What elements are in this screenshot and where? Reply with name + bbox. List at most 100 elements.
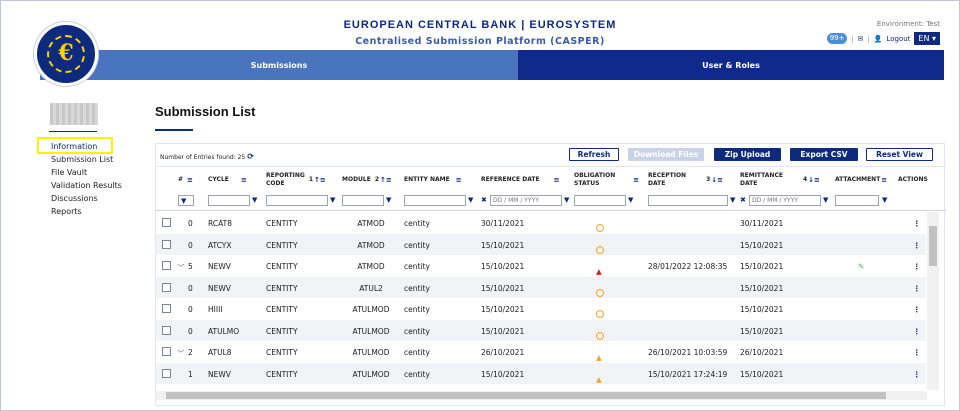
- cycle-filter-input[interactable]: [208, 195, 250, 206]
- vertical-scrollbar[interactable]: [927, 212, 939, 390]
- col-module[interactable]: MODULE 2 ↑≡: [342, 171, 392, 189]
- reset-view-button[interactable]: Reset View: [866, 148, 933, 161]
- row-entity: centity: [404, 283, 430, 293]
- col-entity-name[interactable]: ENTITY NAME ≡: [404, 171, 462, 189]
- clock-icon: [596, 310, 604, 318]
- reporting-code-filter-input[interactable]: [266, 195, 328, 206]
- mail-icon[interactable]: ✉: [857, 35, 863, 43]
- remittance-date-filter-input[interactable]: DD / MM / YYYY: [749, 195, 821, 206]
- row-entity: centity: [404, 240, 430, 250]
- num-filter-input[interactable]: ▼: [178, 195, 194, 206]
- row-reference-date: 15/10/2021: [481, 305, 525, 314]
- col-remittance-date[interactable]: REMITTANCE DATE 4 ↓≡: [740, 171, 820, 189]
- row-actions-menu-icon[interactable]: ⋮: [913, 284, 921, 293]
- col-reference-date[interactable]: REFERENCE DATE ≡: [481, 171, 559, 189]
- zip-upload-button[interactable]: Zip Upload: [714, 148, 781, 161]
- row-module: ATUL2: [359, 283, 383, 293]
- row-remittance-date: 15/10/2021: [740, 262, 784, 271]
- table-row[interactable]: 0 RCAT8 CENTITY ATMOD centity 30/11/2021 30/11…: [156, 212, 926, 234]
- row-actions-menu-icon[interactable]: ⋮: [913, 219, 921, 228]
- selection-highlight: [37, 137, 113, 154]
- calendar-clear-icon-2[interactable]: ✖: [740, 196, 746, 204]
- remittance-filter-icon[interactable]: ▼: [823, 196, 828, 204]
- row-reference-date: 30/11/2021: [481, 219, 525, 228]
- paperclip-icon[interactable]: ✎: [858, 262, 864, 271]
- nav-tab-submissions[interactable]: Submissions: [40, 50, 518, 80]
- row-checkbox[interactable]: [162, 325, 171, 335]
- cycle-filter-icon[interactable]: ▼: [252, 196, 257, 204]
- table-row[interactable]: ﹀ 5 NEWV CENTITY ATMOD centity 15/10/2021 ▲ 28/0…: [156, 255, 926, 277]
- col-reporting-code[interactable]: REPORTING CODE 1 ↑≡: [266, 171, 326, 189]
- sidebar-item-validation-results[interactable]: Validation Results: [43, 179, 122, 192]
- nav-tab-user-roles[interactable]: User & Roles: [518, 50, 944, 80]
- sidebar-item-discussions[interactable]: Discussions: [43, 192, 122, 205]
- entity-filter-icon[interactable]: ▼: [468, 196, 473, 204]
- expand-icon[interactable]: ﹀: [177, 262, 185, 273]
- sidebar-item-submission-list[interactable]: Submission List: [43, 153, 122, 166]
- reception-filter-icon[interactable]: ▼: [730, 196, 735, 204]
- row-checkbox[interactable]: [162, 261, 171, 270]
- row-actions-menu-icon[interactable]: ⋮: [913, 241, 921, 250]
- reference-date-filter-input[interactable]: DD / MM / YYYY: [490, 195, 562, 206]
- row-entity: centity: [404, 219, 430, 228]
- row-num: 0: [188, 283, 193, 293]
- ecb-euro-logo[interactable]: €: [34, 22, 98, 86]
- reporting-code-filter-icon[interactable]: ▼: [330, 196, 335, 204]
- export-csv-button[interactable]: Export CSV: [790, 148, 858, 161]
- col-reception-date[interactable]: RECEPTION DATE 3 ↓≡: [648, 171, 723, 189]
- row-actions-menu-icon[interactable]: ⋮: [913, 327, 921, 336]
- warning-icon: ▲: [596, 353, 602, 362]
- row-actions-menu-icon[interactable]: ⋮: [913, 348, 921, 357]
- row-actions-menu-icon[interactable]: ⋮: [913, 370, 921, 379]
- refresh-count-icon[interactable]: ⟳: [247, 152, 254, 161]
- module-filter-icon[interactable]: ▼: [386, 196, 391, 204]
- table-row[interactable]: 0 ATULMO CENTITY ATULMOD centity 15/10/2021 15…: [156, 319, 926, 341]
- col-obligation-status[interactable]: OBLIGATION STATUS ≡: [574, 171, 639, 189]
- table-row[interactable]: 0 ATCYX CENTITY ATMOD centity 15/10/2021 15/10…: [156, 233, 926, 255]
- row-checkbox[interactable]: [162, 368, 171, 378]
- table-row[interactable]: 0 HIIII CENTITY ATULMOD centity 15/10/2021 15/…: [156, 298, 926, 320]
- row-checkbox[interactable]: [162, 304, 171, 313]
- refresh-button[interactable]: Refresh: [569, 148, 619, 161]
- row-actions-menu-icon[interactable]: ⋮: [913, 305, 921, 314]
- main-nav: Submissions User & Roles: [40, 50, 944, 80]
- row-remittance-date: 30/11/2021: [740, 219, 784, 228]
- col-cycle[interactable]: CYCLE ≡: [208, 171, 247, 189]
- col-attachment[interactable]: ATTACHMENT ≡: [835, 171, 887, 189]
- row-cycle: NEWV: [208, 283, 231, 293]
- table-row[interactable]: ﹀ 2 ATUL8 CENTITY ATULMOD centity 26/10/2021 ▲ 2…: [156, 341, 926, 363]
- col-num[interactable]: # ≡: [178, 171, 193, 189]
- language-select[interactable]: EN ▾: [914, 32, 940, 45]
- row-checkbox[interactable]: [162, 282, 171, 292]
- table-row[interactable]: 0 NEWV CENTITY ATUL2 centity 15/10/2021 15/10/…: [156, 276, 926, 298]
- user-icon: 👤: [873, 34, 883, 43]
- expand-icon[interactable]: ﹀: [177, 348, 185, 359]
- row-remittance-date: 15/10/2021: [740, 240, 784, 250]
- row-entity: centity: [404, 369, 430, 379]
- obligation-filter-icon[interactable]: ▼: [628, 196, 633, 204]
- row-checkbox[interactable]: [162, 218, 171, 227]
- module-filter-input[interactable]: [342, 195, 384, 206]
- sidebar-item-file-vault[interactable]: File Vault: [43, 166, 122, 179]
- row-actions-menu-icon[interactable]: ⋮: [913, 262, 921, 271]
- attachment-filter-icon[interactable]: ▼: [882, 196, 887, 204]
- environment-label: Environment: Test: [876, 20, 940, 28]
- row-checkbox[interactable]: [162, 347, 171, 356]
- logout-link[interactable]: Logout: [886, 35, 910, 43]
- attachment-filter-input[interactable]: [835, 195, 879, 206]
- row-reference-date: 15/10/2021: [481, 262, 525, 271]
- download-files-button[interactable]: Download Files: [628, 148, 704, 161]
- table-row[interactable]: 1 NEWV CENTITY ATULMOD centity 15/10/2021 ▲ 15/…: [156, 362, 926, 384]
- horizontal-scrollbar[interactable]: [156, 391, 927, 400]
- row-checkbox[interactable]: [162, 239, 171, 249]
- obligation-filter-input[interactable]: [574, 195, 626, 206]
- row-remittance-date: 15/10/2021: [740, 305, 784, 314]
- chat-icon[interactable]: 99+: [827, 33, 848, 44]
- calendar-clear-icon[interactable]: ✖: [481, 196, 487, 204]
- row-cycle: HIIII: [208, 305, 223, 314]
- sidebar-item-reports[interactable]: Reports: [43, 205, 122, 218]
- reference-date-filter-icon[interactable]: ▼: [564, 196, 569, 204]
- entity-filter-input[interactable]: [404, 195, 466, 206]
- row-reporting-code: CENTITY: [266, 283, 298, 293]
- reception-date-filter-input[interactable]: [648, 195, 728, 206]
